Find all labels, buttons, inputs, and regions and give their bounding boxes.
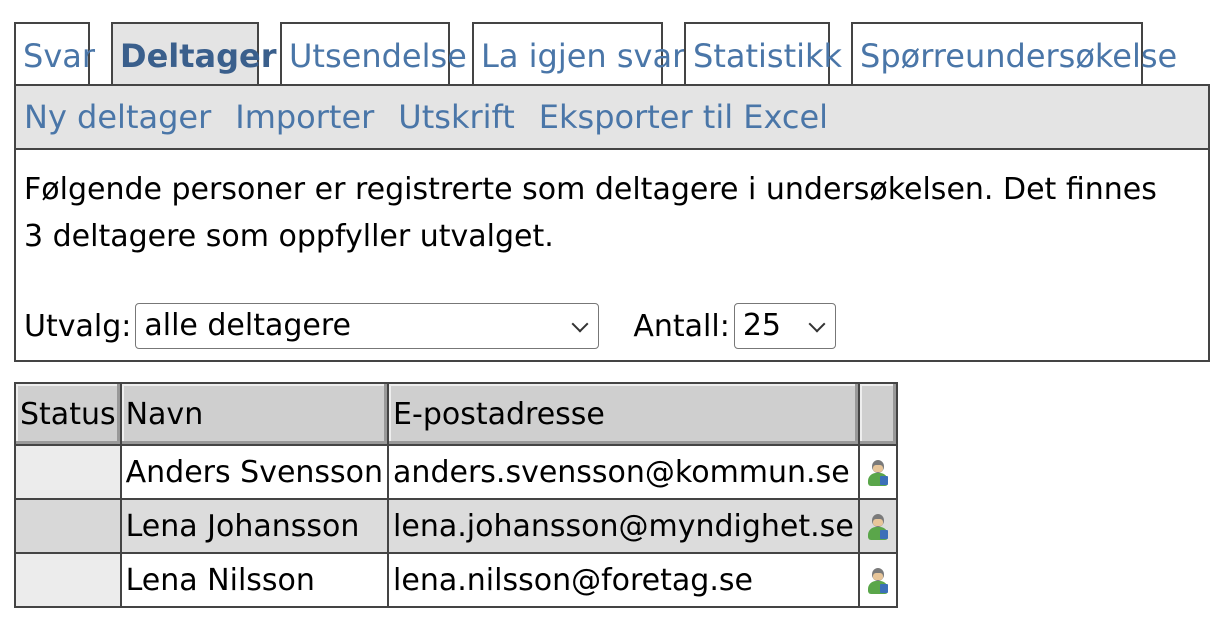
tab-utsendelse[interactable]: Utsendelse [280,22,467,86]
new-participant-link[interactable]: Ny deltager [24,98,211,136]
toolbar: Ny deltager Importer Utskrift Eksporter … [16,86,1208,150]
user-details-icon[interactable] [866,458,890,488]
chevron-down-icon [571,315,589,333]
antall-selected-value: 25 [742,308,781,343]
row-actions [857,552,898,608]
row-email: lena.nilsson@foretag.se [387,552,860,608]
description-text: Følgende personer er registrerte som del… [24,172,1157,254]
table-row: Lena Johansson lena.johansson@myndighet.… [14,498,898,554]
tab-deltager[interactable]: Deltager [111,22,277,86]
column-header-email[interactable]: E-postadresse [387,382,860,446]
row-status [14,552,122,608]
utvalg-selected-value: alle deltagere [144,308,352,343]
tab-svar[interactable]: Svar [14,22,95,86]
table-header-row: Status Navn E-postadresse [14,382,898,446]
row-email: lena.johansson@myndighet.se [387,498,860,554]
row-actions [857,498,898,554]
user-details-icon[interactable] [866,566,890,596]
antall-select[interactable]: 25 [733,303,836,349]
column-header-status[interactable]: Status [14,382,122,446]
row-actions [857,444,898,500]
row-name: Lena Johansson [119,498,390,554]
chevron-down-icon [808,315,826,333]
row-status [14,444,122,500]
antall-label: Antall: [633,308,730,344]
participants-panel: Ny deltager Importer Utskrift Eksporter … [14,84,1210,362]
utvalg-label: Utvalg: [24,308,132,344]
column-header-actions [857,382,898,446]
row-email: anders.svensson@kommun.se [387,444,860,500]
participants-table: Status Navn E-postadresse Anders Svensso… [14,382,898,608]
table-row: Lena Nilsson lena.nilsson@foretag.se [14,552,898,608]
row-name: Lena Nilsson [119,552,390,608]
column-header-name[interactable]: Navn [119,382,390,446]
utvalg-select[interactable]: alle deltagere [135,303,600,349]
tab-la-igjen-svar[interactable]: La igjen svar [472,22,685,86]
print-link[interactable]: Utskrift [398,98,514,136]
row-name: Anders Svensson [119,444,390,500]
row-status [14,498,122,554]
import-link[interactable]: Importer [235,98,374,136]
tab-statistikk[interactable]: Statistikk [684,22,842,86]
table-row: Anders Svensson anders.svensson@kommun.s… [14,444,898,500]
tab-sporreundersokelse[interactable]: Spørreundersøkelse [851,22,1177,86]
export-excel-link[interactable]: Eksporter til Excel [539,98,828,136]
user-details-icon[interactable] [866,512,890,542]
filter-row: Utvalg: alle deltagere Antall: 25 [24,302,836,350]
page: Svar Deltager Utsendelse La igjen svar S… [0,0,1232,630]
